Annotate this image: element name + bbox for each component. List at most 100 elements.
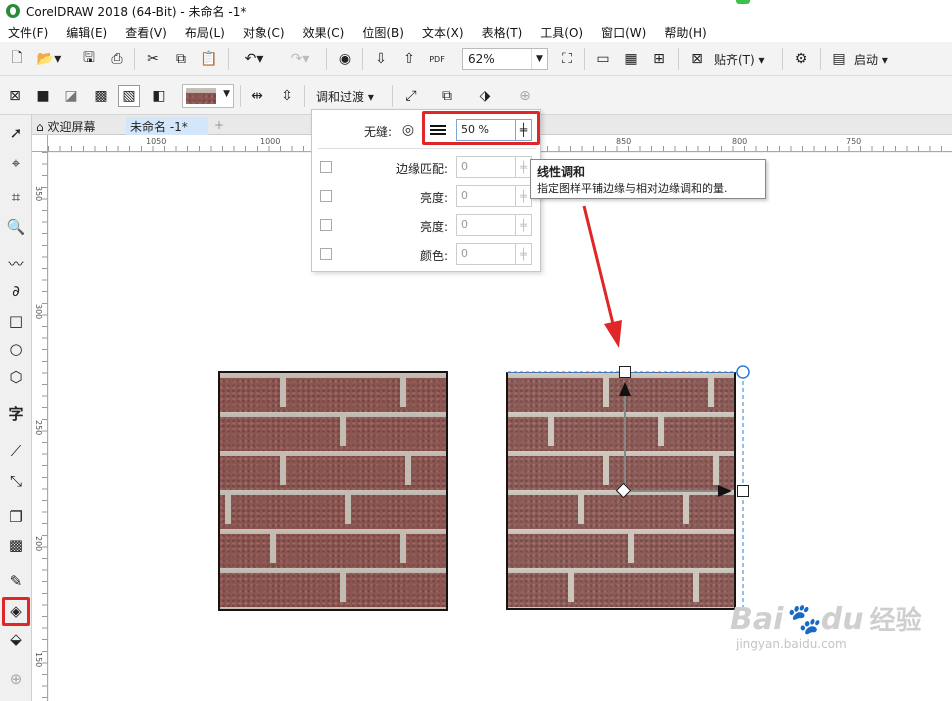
- edge-match-checkbox[interactable]: [320, 161, 332, 173]
- color-checkbox[interactable]: [320, 248, 332, 260]
- zoom-level-select[interactable]: 62% ▼: [462, 48, 548, 70]
- redo-icon[interactable]: ↷▾: [282, 48, 318, 70]
- brightness-label: 亮度:: [419, 191, 448, 205]
- add-icon[interactable]: ⊕: [514, 85, 536, 107]
- copy-icon[interactable]: ⧉: [170, 48, 192, 70]
- copy-fill-icon[interactable]: ⧉: [436, 85, 458, 107]
- eyedropper-tool-icon[interactable]: ✎: [4, 569, 28, 593]
- menu-edit[interactable]: 编辑(E): [66, 24, 107, 41]
- corel-connect-icon[interactable]: ◉: [334, 48, 356, 70]
- linear-blend-tooltip: 线性调和 指定图样平铺边缘与相对边缘调和的量.: [530, 159, 766, 199]
- watermark-brand2: 经验: [869, 606, 922, 636]
- full-screen-icon[interactable]: ⛶: [556, 48, 578, 70]
- show-guidelines-icon[interactable]: ⊞: [648, 48, 670, 70]
- ruler-corner[interactable]: [32, 135, 48, 152]
- pick-tool-icon[interactable]: ➚: [4, 121, 28, 145]
- edit-fill-icon[interactable]: ⬗: [474, 85, 496, 107]
- polygon-tool-icon[interactable]: ⬡: [4, 365, 28, 389]
- options-gear-icon[interactable]: ⚙: [790, 48, 812, 70]
- fountain-fill-icon[interactable]: ◪: [60, 85, 82, 107]
- paste-icon[interactable]: 📋: [198, 48, 220, 70]
- launch-icon[interactable]: ▤: [828, 48, 850, 70]
- menu-view[interactable]: 查看(V): [125, 24, 167, 41]
- zoom-tool-icon[interactable]: 🔍: [4, 215, 28, 239]
- menu-bitmaps[interactable]: 位图(B): [362, 24, 404, 41]
- two-color-pattern-fill-icon[interactable]: ◧: [148, 85, 170, 107]
- smart-fill-tool-icon[interactable]: ⬙: [4, 627, 28, 651]
- menu-table[interactable]: 表格(T): [482, 24, 523, 41]
- mirror-horizontal-icon[interactable]: ⇹: [246, 85, 268, 107]
- vertical-ruler[interactable]: 350 300 250 200 150: [32, 152, 48, 701]
- edge-match-input[interactable]: 0: [456, 156, 516, 178]
- menu-file[interactable]: 文件(F): [8, 24, 48, 41]
- new-document-icon[interactable]: 🗋: [6, 48, 28, 70]
- blend-transition-dropdown[interactable]: 调和过渡 ▾: [316, 88, 374, 105]
- fill-horizontal-handle[interactable]: [737, 485, 749, 497]
- fill-vertical-handle[interactable]: [619, 366, 631, 378]
- vector-pattern-fill-icon[interactable]: ▩: [90, 85, 112, 107]
- tab-welcome[interactable]: ⌂ 欢迎屏幕: [32, 117, 126, 135]
- tab-document[interactable]: 未命名 -1*: [126, 117, 208, 135]
- luminance-checkbox[interactable]: [320, 219, 332, 231]
- edge-match-label: 边缘匹配:: [395, 162, 448, 176]
- luminance-input[interactable]: 0: [456, 214, 516, 236]
- artistic-media-tool-icon[interactable]: ∂: [4, 279, 28, 303]
- show-rulers-icon[interactable]: ▭: [592, 48, 614, 70]
- radial-blend-icon[interactable]: ◎: [398, 120, 418, 140]
- transform-with-object-icon[interactable]: ⤢: [400, 85, 422, 107]
- cut-icon[interactable]: ✂: [142, 48, 164, 70]
- tooltip-description: 指定图样平铺边缘与相对边缘调和的量.: [537, 182, 728, 195]
- shape-tool-icon[interactable]: ⌖: [4, 151, 28, 175]
- dimension-tool-icon[interactable]: ⟋: [4, 439, 28, 463]
- color-input[interactable]: 0: [456, 243, 516, 265]
- rectangle-tool-icon[interactable]: □: [4, 309, 28, 333]
- menu-object[interactable]: 对象(C): [243, 24, 285, 41]
- snap-icon[interactable]: ⊠: [686, 48, 708, 70]
- no-fill-icon[interactable]: ⊠: [4, 85, 26, 107]
- luminance-label: 亮度:: [419, 220, 448, 234]
- snap-to-dropdown[interactable]: 贴齐(T) ▾: [714, 51, 765, 68]
- menu-layout[interactable]: 布局(L): [185, 24, 225, 41]
- baidu-watermark: Bai🐾du 经验 jingyan.baidu.com: [730, 600, 930, 670]
- text-tool-icon[interactable]: 字: [4, 401, 28, 425]
- show-grid-icon[interactable]: ▦: [620, 48, 642, 70]
- tooltip-title: 线性调和: [537, 165, 586, 179]
- ellipse-tool-icon[interactable]: ○: [4, 337, 28, 361]
- add-tool-icon[interactable]: ⊕: [4, 667, 28, 691]
- export-icon[interactable]: ⇧: [398, 48, 420, 70]
- new-tab-icon[interactable]: +: [210, 117, 228, 135]
- import-icon[interactable]: ⇩: [370, 48, 392, 70]
- slider-icon[interactable]: ╪: [516, 214, 532, 236]
- snap-to-label: 贴齐(T): [714, 53, 755, 67]
- brightness-checkbox[interactable]: [320, 190, 332, 202]
- connector-tool-icon[interactable]: ⤡: [4, 469, 28, 493]
- drop-shadow-tool-icon[interactable]: ❐: [4, 505, 28, 529]
- crop-tool-icon[interactable]: ⌗: [4, 185, 28, 209]
- save-icon[interactable]: 🖫: [78, 48, 100, 70]
- brightness-input[interactable]: 0: [456, 185, 516, 207]
- luminance-row: 亮度: 0 ╪: [312, 214, 540, 236]
- mirror-vertical-icon[interactable]: ⇳: [276, 85, 298, 107]
- launch-dropdown[interactable]: 启动 ▾: [854, 51, 888, 68]
- undo-icon[interactable]: ↶▾: [236, 48, 272, 70]
- slider-icon[interactable]: ╪: [516, 243, 532, 265]
- brick-rectangle-left[interactable]: [218, 371, 448, 611]
- menu-text[interactable]: 文本(X): [422, 24, 464, 41]
- fill-pattern-picker[interactable]: ▼: [182, 84, 234, 108]
- annotation-arrow: [582, 205, 622, 348]
- open-document-icon[interactable]: 📂▾: [32, 48, 66, 70]
- menu-effects[interactable]: 效果(C): [303, 24, 345, 41]
- freehand-tool-icon[interactable]: 〰: [4, 251, 28, 275]
- menu-help[interactable]: 帮助(H): [664, 24, 706, 41]
- ruler-label: 1000: [260, 137, 281, 146]
- print-icon[interactable]: ⎙: [106, 48, 128, 70]
- transparency-tool-icon[interactable]: ▩: [4, 533, 28, 557]
- publish-pdf-icon[interactable]: PDF: [426, 48, 448, 70]
- menu-window[interactable]: 窗口(W): [601, 24, 646, 41]
- menu-tools[interactable]: 工具(O): [540, 24, 583, 41]
- uniform-fill-icon[interactable]: ■: [32, 85, 54, 107]
- bitmap-pattern-fill-icon[interactable]: ▧: [118, 85, 140, 107]
- paw-icon: 🐾: [783, 602, 821, 637]
- ruler-label: 800: [732, 137, 748, 146]
- toolbox: ➚ ⌖ ⌗ 🔍 〰 ∂ □ ○ ⬡ 字 ⟋ ⤡ ❐ ▩ ✎ ◈ ⬙ ⊕: [0, 115, 32, 701]
